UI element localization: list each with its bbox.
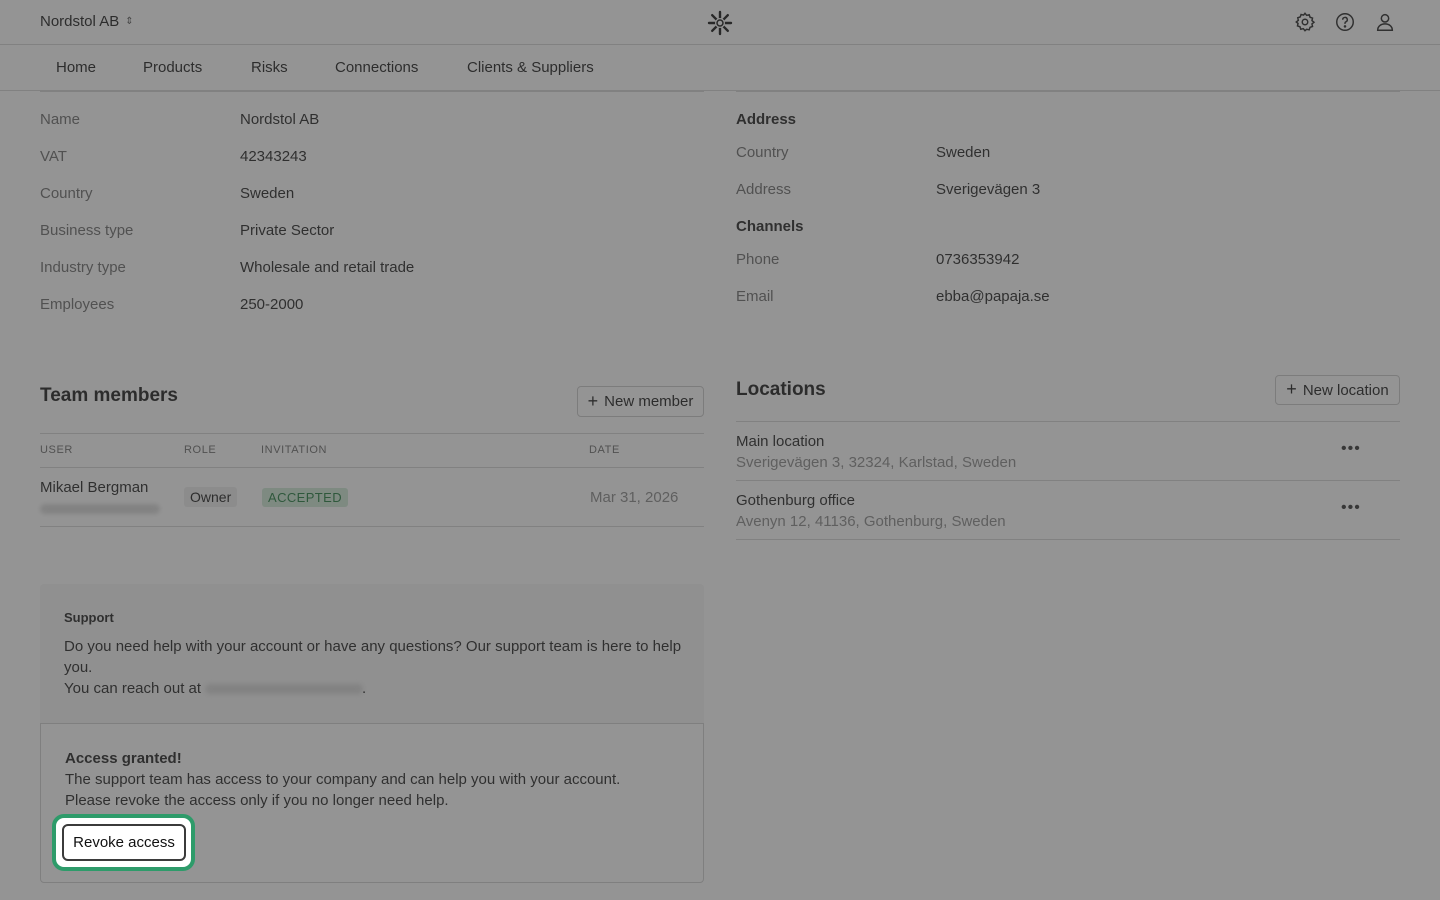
more-options-icon[interactable]: •••: [1341, 440, 1361, 458]
location-name: Main location: [736, 433, 825, 450]
company-name: Nordstol AB: [40, 13, 120, 30]
address-heading: Address: [736, 111, 797, 128]
nav-home[interactable]: Home: [56, 59, 96, 76]
location-address: Sverigevägen 3, 32324, Karlstad, Sweden: [736, 454, 1017, 471]
nav-clients-suppliers[interactable]: Clients & Suppliers: [467, 59, 594, 76]
main-nav: Home Products Risks Connections Clients …: [0, 45, 1440, 91]
name-value: Nordstol AB: [240, 111, 320, 128]
role-badge: Owner: [184, 487, 238, 507]
nav-risks[interactable]: Risks: [251, 59, 288, 76]
employees-value: 250-2000: [240, 296, 304, 313]
access-title: Access granted!: [65, 750, 182, 767]
access-text-line2: Please revoke the access only if you no …: [65, 792, 449, 809]
address-street-label: Address: [736, 181, 792, 198]
divider: [40, 91, 704, 92]
nav-connections[interactable]: Connections: [335, 59, 418, 76]
divider: [736, 421, 1400, 422]
email-label: Email: [736, 288, 774, 305]
support-reach-text: You can reach out at: [64, 680, 202, 697]
channels-heading: Channels: [736, 218, 804, 235]
column-header-date: DATE: [589, 444, 620, 456]
address-street-value: Sverigevägen 3: [936, 181, 1041, 198]
settings-icon[interactable]: [1294, 11, 1316, 33]
phone-label: Phone: [736, 251, 780, 268]
email-value: ebba@papaja.se: [936, 288, 1050, 305]
divider: [736, 480, 1400, 481]
address-country-label: Country: [736, 144, 789, 161]
team-title: Team members: [40, 385, 178, 406]
phone-value: 0736353942: [936, 251, 1020, 268]
member-email-redacted: [40, 504, 160, 514]
country-value: Sweden: [240, 185, 295, 202]
member-date: Mar 31, 2026: [590, 489, 679, 506]
more-options-icon[interactable]: •••: [1341, 499, 1361, 517]
locations-title: Locations: [736, 379, 826, 400]
location-name: Gothenburg office: [736, 492, 855, 509]
support-title: Support: [64, 610, 114, 625]
nav-products[interactable]: Products: [143, 59, 202, 76]
employees-label: Employees: [40, 296, 115, 313]
support-panel: Support Do you need help with your accou…: [40, 584, 704, 724]
logo-icon: [707, 10, 733, 36]
user-icon[interactable]: [1374, 11, 1396, 33]
column-header-invitation: INVITATION: [261, 444, 328, 456]
top-bar: Nordstol AB ⇕: [0, 0, 1440, 45]
new-member-label: New member: [604, 393, 694, 410]
new-member-button[interactable]: + New member: [577, 386, 704, 417]
revoke-access-button[interactable]: Revoke access: [62, 824, 186, 861]
divider: [736, 91, 1400, 92]
country-label: Country: [40, 185, 93, 202]
column-header-user: USER: [40, 444, 73, 456]
company-switcher[interactable]: Nordstol AB ⇕: [40, 13, 134, 30]
divider: [40, 526, 704, 527]
access-text-line1: The support team has access to your comp…: [65, 771, 621, 788]
support-email-redacted: [205, 684, 363, 694]
member-name: Mikael Bergman: [40, 479, 149, 496]
business-type-value: Private Sector: [240, 222, 335, 239]
support-reach-suffix: .: [362, 680, 367, 697]
divider: [40, 433, 704, 434]
support-text-line2: you.: [64, 659, 93, 676]
vat-value: 42343243: [240, 148, 307, 165]
divider: [40, 467, 704, 468]
address-country-value: Sweden: [936, 144, 991, 161]
status-badge: ACCEPTED: [262, 488, 348, 507]
new-location-label: New location: [1302, 381, 1389, 399]
help-icon[interactable]: [1334, 11, 1356, 33]
industry-type-value: Wholesale and retail trade: [240, 259, 415, 276]
business-type-label: Business type: [40, 222, 134, 239]
new-location-button[interactable]: + New location: [1275, 375, 1400, 405]
plus-icon: +: [1286, 379, 1297, 399]
divider: [736, 539, 1400, 540]
vat-label: VAT: [40, 148, 67, 165]
name-label: Name: [40, 111, 81, 128]
column-header-role: ROLE: [184, 444, 217, 456]
plus-icon: +: [587, 390, 599, 411]
chevron-updown-icon: ⇕: [125, 15, 134, 27]
industry-type-label: Industry type: [40, 259, 126, 276]
location-address: Avenyn 12, 41136, Gothenburg, Sweden: [736, 513, 1006, 530]
support-text-line1: Do you need help with your account or ha…: [64, 638, 682, 655]
